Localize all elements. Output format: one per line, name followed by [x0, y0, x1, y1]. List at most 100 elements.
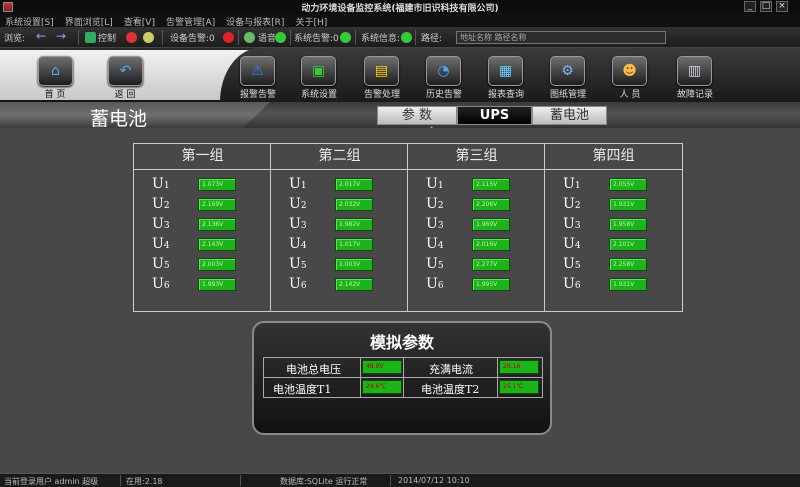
cell-voltage-value: 1.993V	[198, 278, 236, 291]
forward-arrow-icon[interactable]: →	[56, 29, 66, 43]
cell-voltage-value: 1.958V	[609, 218, 647, 231]
cell-voltage-label: U4	[289, 236, 307, 252]
device-alarm-label: 设备告警:0	[170, 34, 215, 44]
address-input[interactable]: 地址名称 路径名称	[456, 31, 666, 44]
voice-button[interactable]: 语音	[258, 31, 276, 44]
status-bar: 当前登录用户 admin 超级 在用:2.18 数据库:SQLite 运行正常 …	[0, 473, 800, 487]
cell-voltage-value: 1.931V	[609, 198, 647, 211]
nav-button-6[interactable]: ⚙	[550, 56, 585, 86]
minimize-button[interactable]: _	[744, 1, 756, 12]
tab-ups[interactable]: UPS	[457, 106, 532, 125]
cell-label-main: U	[289, 276, 301, 292]
nav-button-4[interactable]: ◔	[426, 56, 461, 86]
cell-voltage-value: 1.982V	[335, 218, 373, 231]
cell-label-main: U	[563, 256, 575, 272]
warning-icon: ⚠	[251, 63, 264, 79]
cell-label-index: 3	[574, 221, 581, 231]
cell-voltage-value: 2.115V	[472, 178, 510, 191]
cell-label-index: 3	[437, 221, 444, 231]
cell-voltage-label: U3	[563, 216, 581, 232]
cell-label-main: U	[563, 176, 575, 192]
cell-voltage-label: U6	[152, 276, 170, 292]
cell-voltage-label: U5	[563, 256, 581, 272]
cell-label-main: U	[152, 176, 164, 192]
toolbar-separator	[162, 30, 163, 45]
control-button[interactable]: 控制	[98, 31, 116, 44]
cell-voltage-label: U6	[426, 276, 444, 292]
cell-voltage-label: U2	[289, 196, 307, 212]
nav-button-7[interactable]: ☻	[612, 56, 647, 86]
cell-voltage-value: 2.032V	[335, 198, 373, 211]
cell-voltage-label: U2	[563, 196, 581, 212]
cell-label-main: U	[152, 196, 164, 212]
cell-voltage-value: 2.169V	[198, 198, 236, 211]
menu-browse[interactable]: 界面浏览[L]	[60, 14, 119, 28]
group-header: 第二组	[271, 144, 408, 170]
user-icon: ☻	[622, 63, 637, 79]
grid-line	[360, 358, 361, 397]
menu-system[interactable]: 系统设置[S]	[0, 14, 60, 28]
back-arrow-icon[interactable]: ←	[36, 29, 46, 43]
home-button[interactable]: ⌂	[38, 56, 73, 86]
tool-icon[interactable]	[143, 32, 154, 43]
cell-voltage-label: U1	[563, 176, 581, 192]
cell-voltage-label: U2	[152, 196, 170, 212]
nav-button-label: 告警处理	[363, 90, 400, 100]
nav-button-8[interactable]: ▥	[677, 56, 712, 86]
cell-voltage-value: 2.136V	[198, 218, 236, 231]
bug-icon[interactable]	[126, 32, 137, 43]
pie-chart-icon: ◔	[437, 63, 450, 79]
close-button[interactable]: ×	[776, 1, 788, 12]
cell-label-main: U	[152, 236, 164, 252]
cell-label-index: 2	[300, 201, 307, 211]
nav-button-label: 人 员	[619, 90, 641, 100]
cell-voltage-value: 2.142V	[335, 278, 373, 291]
document-icon: ▥	[687, 63, 702, 79]
temp1-label: 电池温度T1	[273, 383, 332, 396]
nav-button-2[interactable]: ▣	[301, 56, 336, 86]
cell-voltage-value: 1.017V	[335, 238, 373, 251]
content-bottom	[0, 440, 800, 473]
cell-voltage-label: U1	[289, 176, 307, 192]
system-alarm-label: 系统告警:0	[294, 34, 339, 44]
cell-voltage-value: 1.003V	[335, 258, 373, 271]
cell-voltage-label: U2	[426, 196, 444, 212]
status-separator	[240, 475, 241, 486]
cell-voltage-value: 2.277V	[472, 258, 510, 271]
cell-voltage-value: 1.995V	[472, 278, 510, 291]
nav-button-3[interactable]: ▤	[364, 56, 399, 86]
column-separator	[407, 144, 408, 311]
menu-report[interactable]: 设备与报表[R]	[221, 14, 290, 28]
cell-voltage-label: U4	[152, 236, 170, 252]
nav-button-5[interactable]: ▦	[488, 56, 523, 86]
cell-voltage-label: U3	[289, 216, 307, 232]
menu-alarm[interactable]: 告警管理[A]	[161, 14, 221, 28]
toolbar-separator	[355, 30, 356, 45]
analog-title: 模拟参数	[369, 333, 434, 352]
nav-button-label: 图纸管理	[549, 90, 586, 100]
cell-voltage-value: 1.931V	[609, 278, 647, 291]
charge-current-value: 20.1A	[499, 360, 539, 374]
tab-battery[interactable]: 蓄电池	[532, 106, 607, 125]
cell-label-main: U	[289, 176, 301, 192]
tab-params[interactable]: 参 数	[377, 106, 457, 125]
chart-icon: ▦	[498, 63, 513, 79]
cell-label-main: U	[563, 196, 575, 212]
cell-label-index: 5	[574, 261, 581, 271]
menu-about[interactable]: 关于[H]	[290, 14, 333, 28]
status-separator	[390, 475, 391, 486]
status-user: 当前登录用户 admin 超级	[4, 477, 99, 486]
cell-label-index: 4	[574, 241, 581, 251]
menu-view[interactable]: 查看[V]	[119, 14, 161, 28]
back-button[interactable]: ↶	[108, 56, 143, 86]
cell-label-main: U	[426, 176, 438, 192]
nav-button-label: 系统设置	[300, 90, 337, 100]
cell-label-main: U	[152, 276, 164, 292]
maximize-button[interactable]: □	[760, 1, 772, 12]
nav-button-1[interactable]: ⚠	[240, 56, 275, 86]
cell-label-main: U	[563, 276, 575, 292]
cell-label-index: 6	[437, 281, 444, 291]
cell-label-index: 3	[163, 221, 170, 231]
toolbar: 浏览: ← → 控制 设备告警:0 语音 系统告警:0 系统信息: 路径: 地址…	[0, 27, 800, 48]
nav-button-label: 报表查询	[487, 90, 524, 100]
